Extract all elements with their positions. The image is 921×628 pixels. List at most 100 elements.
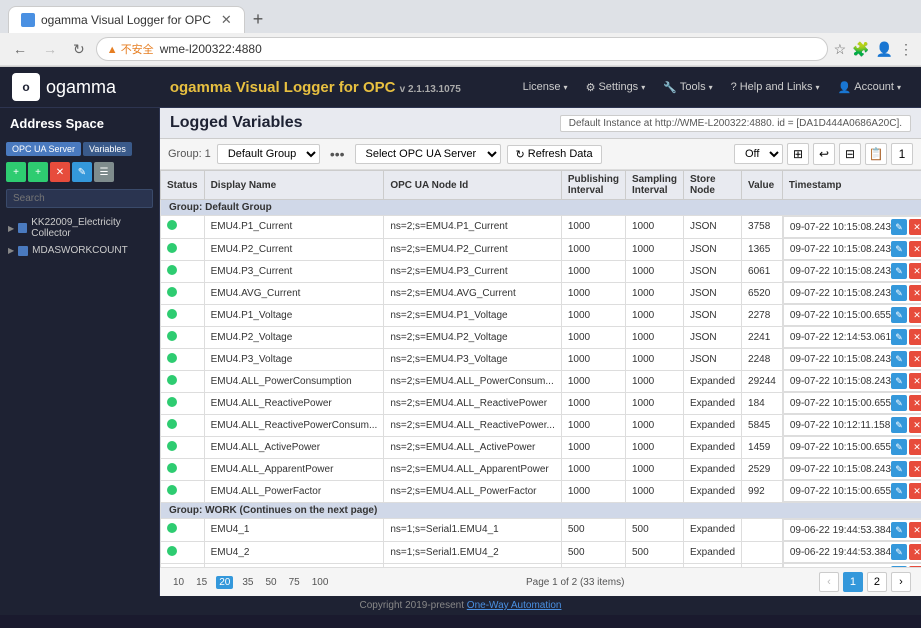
tab-title: ogamma Visual Logger for OPC — [41, 13, 211, 27]
toolbar-dots-btn[interactable]: ••• — [326, 144, 349, 164]
page-size-75[interactable]: 75 — [286, 576, 303, 589]
table-row[interactable]: EMU4.P2_Current ns=2;s=EMU4.P2_Current 1… — [161, 238, 921, 260]
new-tab-button[interactable]: + — [245, 9, 272, 30]
sidebar-edit-btn[interactable]: ✎ — [72, 162, 92, 182]
table-row[interactable]: EMU4.ALL_ApparentPower ns=2;s=EMU4.ALL_A… — [161, 458, 921, 480]
menu-button[interactable]: ⋮ — [899, 41, 913, 58]
group-select[interactable]: Default Group — [217, 144, 320, 164]
sidebar-add2-btn[interactable]: + — [28, 162, 48, 182]
nav-license[interactable]: License ▾ — [515, 78, 576, 97]
row-edit-btn[interactable]: ✎ — [891, 522, 907, 538]
row-edit-btn[interactable]: ✎ — [891, 483, 907, 499]
row-edit-btn[interactable]: ✎ — [891, 417, 907, 433]
page-size-15[interactable]: 15 — [193, 576, 210, 589]
page-1-btn[interactable]: 1 — [843, 572, 863, 592]
table-row[interactable]: EMU4_1 ns=1;s=Serial1.EMU4_1 500 500 Exp… — [161, 519, 921, 542]
sidebar-tab-variables[interactable]: Variables — [83, 142, 132, 156]
profile-button[interactable]: 👤 — [876, 41, 893, 58]
page-size-50[interactable]: 50 — [263, 576, 280, 589]
row-delete-btn[interactable]: ✕ — [909, 241, 921, 257]
extensions-button[interactable]: 🧩 — [852, 41, 869, 58]
tree-item-kk22009[interactable]: ▶ KK22009_Electricity Collector — [0, 214, 159, 242]
row-edit-btn[interactable]: ✎ — [891, 263, 907, 279]
footer-link[interactable]: One-Way Automation — [467, 600, 562, 611]
toolbar-icon-btn-3[interactable]: ⊟ — [839, 143, 861, 165]
table-row[interactable]: EMU4.ALL_PowerConsumption ns=2;s=EMU4.AL… — [161, 370, 921, 392]
row-edit-btn[interactable]: ✎ — [891, 329, 907, 345]
nav-account[interactable]: 👤 Account ▾ — [830, 78, 909, 97]
table-row[interactable]: EMU4.P1_Voltage ns=2;s=EMU4.P1_Voltage 1… — [161, 304, 921, 326]
browser-tab[interactable]: ogamma Visual Logger for OPC ✕ — [8, 6, 245, 33]
row-delete-btn[interactable]: ✕ — [909, 544, 921, 560]
cell-node-id: ns=2;s=EMU4.ALL_PowerFactor — [384, 480, 562, 503]
row-delete-btn[interactable]: ✕ — [909, 439, 921, 455]
page-size-100[interactable]: 100 — [309, 576, 332, 589]
row-delete-btn[interactable]: ✕ — [909, 285, 921, 301]
footer-text: Copyright 2019-present One-Way Automatio… — [360, 600, 562, 611]
back-button[interactable]: ← — [8, 39, 32, 59]
row-edit-btn[interactable]: ✎ — [891, 395, 907, 411]
row-delete-btn[interactable]: ✕ — [909, 329, 921, 345]
nav-help[interactable]: ? Help and Links ▾ — [723, 78, 828, 97]
table-row[interactable]: EMU4.P2_Voltage ns=2;s=EMU4.P2_Voltage 1… — [161, 326, 921, 348]
row-delete-btn[interactable]: ✕ — [909, 461, 921, 477]
row-delete-btn[interactable]: ✕ — [909, 483, 921, 499]
toolbar-icon-btn-4[interactable]: 📋 — [865, 143, 887, 165]
row-delete-btn[interactable]: ✕ — [909, 417, 921, 433]
nav-settings[interactable]: ⚙ Settings ▾ — [578, 78, 654, 97]
table-row[interactable]: EMU4.ALL_ActivePower ns=2;s=EMU4.ALL_Act… — [161, 436, 921, 458]
table-row[interactable]: EMU4_2 ns=1;s=Serial1.EMU4_2 500 500 Exp… — [161, 541, 921, 563]
toolbar-icon-btn-1[interactable]: ⊞ — [787, 143, 809, 165]
row-delete-btn[interactable]: ✕ — [909, 307, 921, 323]
address-bar[interactable]: ▲ 不安全 wme-l200322:4880 — [96, 37, 828, 61]
row-delete-btn[interactable]: ✕ — [909, 373, 921, 389]
page-size-10[interactable]: 10 — [170, 576, 187, 589]
table-row[interactable]: EMU4.P1_Current ns=2;s=EMU4.P1_Current 1… — [161, 216, 921, 239]
table-row[interactable]: EMU4.ALL_ReactivePower ns=2;s=EMU4.ALL_R… — [161, 392, 921, 414]
sidebar-tab-opc-ua[interactable]: OPC UA Server — [6, 142, 81, 156]
prev-page-btn[interactable]: ‹ — [819, 572, 839, 592]
toolbar-icon-btn-2[interactable]: ↩ — [813, 143, 835, 165]
cell-display-name: EMU4.P1_Current — [204, 216, 384, 239]
tree-item-mdasworkcount[interactable]: ▶ MDASWORKCOUNT — [0, 242, 159, 259]
cell-store: Expanded — [683, 370, 741, 392]
sidebar-remove-btn[interactable]: ✕ — [50, 162, 70, 182]
cell-timestamp: 09-07-22 10:15:08.243 ✎✕ — [783, 370, 921, 392]
row-edit-btn[interactable]: ✎ — [891, 544, 907, 560]
row-edit-btn[interactable]: ✎ — [891, 461, 907, 477]
forward-button[interactable]: → — [38, 39, 62, 59]
row-delete-btn[interactable]: ✕ — [909, 219, 921, 235]
row-edit-btn[interactable]: ✎ — [891, 307, 907, 323]
next-page-btn[interactable]: › — [891, 572, 911, 592]
sidebar-search-input[interactable] — [6, 189, 153, 208]
table-row[interactable]: EMU4.ALL_PowerFactor ns=2;s=EMU4.ALL_Pow… — [161, 480, 921, 503]
row-delete-btn[interactable]: ✕ — [909, 395, 921, 411]
row-delete-btn[interactable]: ✕ — [909, 351, 921, 367]
table-row[interactable]: EMU4.P3_Voltage ns=2;s=EMU4.P3_Voltage 1… — [161, 348, 921, 370]
row-delete-btn[interactable]: ✕ — [909, 263, 921, 279]
opc-server-select[interactable]: Select OPC UA Server — [355, 144, 501, 164]
table-row[interactable]: EMU4.ALL_ReactivePowerConsum... ns=2;s=E… — [161, 414, 921, 436]
row-edit-btn[interactable]: ✎ — [891, 241, 907, 257]
row-edit-btn[interactable]: ✎ — [891, 373, 907, 389]
bookmark-button[interactable]: ☆ — [834, 41, 847, 58]
refresh-button[interactable]: ↻ Refresh Data — [507, 145, 602, 164]
table-row[interactable]: EMU4.AVG_Current ns=2;s=EMU4.AVG_Current… — [161, 282, 921, 304]
table-row[interactable]: EMU4.P3_Current ns=2;s=EMU4.P3_Current 1… — [161, 260, 921, 282]
row-delete-btn[interactable]: ✕ — [909, 522, 921, 538]
row-edit-btn[interactable]: ✎ — [891, 439, 907, 455]
sidebar-add-btn[interactable]: + — [6, 162, 26, 182]
page-size-35[interactable]: 35 — [239, 576, 256, 589]
status-select[interactable]: Off — [734, 144, 783, 164]
row-edit-btn[interactable]: ✎ — [891, 219, 907, 235]
tab-close-button[interactable]: ✕ — [221, 12, 232, 28]
row-edit-btn[interactable]: ✎ — [891, 285, 907, 301]
nav-tools[interactable]: 🔧 Tools ▾ — [655, 78, 720, 97]
reload-button[interactable]: ↻ — [68, 39, 90, 60]
sidebar-menu-btn[interactable]: ☰ — [94, 162, 114, 182]
page-2-btn[interactable]: 2 — [867, 572, 887, 592]
page-size-20[interactable]: 20 — [216, 576, 233, 589]
toolbar-page-num[interactable]: 1 — [891, 143, 913, 165]
row-edit-btn[interactable]: ✎ — [891, 351, 907, 367]
cell-publishing: 1000 — [561, 326, 625, 348]
